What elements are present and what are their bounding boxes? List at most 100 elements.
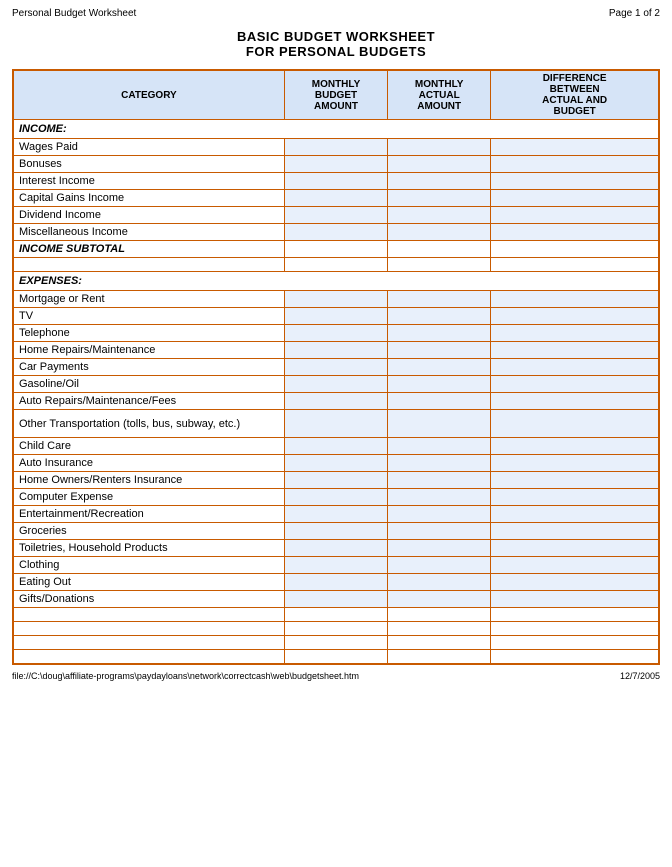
- row-diff[interactable]: [491, 523, 659, 540]
- row-budget[interactable]: [284, 342, 387, 359]
- row-diff[interactable]: [491, 472, 659, 489]
- row-diff[interactable]: [491, 156, 659, 173]
- row-label: Auto Insurance: [14, 455, 285, 472]
- row-budget[interactable]: [284, 224, 387, 241]
- empty-actual[interactable]: [388, 608, 491, 622]
- empty-actual[interactable]: [388, 650, 491, 664]
- row-actual[interactable]: [388, 156, 491, 173]
- empty-actual[interactable]: [388, 636, 491, 650]
- row-label: Wages Paid: [14, 139, 285, 156]
- row-diff[interactable]: [491, 438, 659, 455]
- row-budget[interactable]: [284, 325, 387, 342]
- row-actual[interactable]: [388, 393, 491, 410]
- row-budget[interactable]: [284, 574, 387, 591]
- empty-actual[interactable]: [388, 622, 491, 636]
- page-number: Page 1 of 2: [609, 8, 660, 19]
- row-label: Toiletries, Household Products: [14, 540, 285, 557]
- row-budget[interactable]: [284, 506, 387, 523]
- row-label: Gasoline/Oil: [14, 376, 285, 393]
- row-label: Home Repairs/Maintenance: [14, 342, 285, 359]
- row-budget[interactable]: [284, 557, 387, 574]
- subtotal-budget[interactable]: [284, 241, 387, 258]
- row-budget[interactable]: [284, 591, 387, 608]
- empty-diff[interactable]: [491, 636, 659, 650]
- row-actual[interactable]: [388, 376, 491, 393]
- row-budget[interactable]: [284, 455, 387, 472]
- empty-diff[interactable]: [491, 258, 659, 272]
- row-budget[interactable]: [284, 438, 387, 455]
- empty-diff[interactable]: [491, 622, 659, 636]
- row-diff[interactable]: [491, 173, 659, 190]
- row-actual[interactable]: [388, 557, 491, 574]
- row-actual[interactable]: [388, 540, 491, 557]
- row-diff[interactable]: [491, 455, 659, 472]
- row-diff[interactable]: [491, 410, 659, 438]
- footer-date: 12/7/2005: [620, 671, 660, 681]
- row-actual[interactable]: [388, 455, 491, 472]
- row-actual[interactable]: [388, 291, 491, 308]
- row-diff[interactable]: [491, 207, 659, 224]
- empty-actual[interactable]: [388, 258, 491, 272]
- row-diff[interactable]: [491, 506, 659, 523]
- row-budget[interactable]: [284, 489, 387, 506]
- row-diff[interactable]: [491, 359, 659, 376]
- row-diff[interactable]: [491, 139, 659, 156]
- row-diff[interactable]: [491, 342, 659, 359]
- row-actual[interactable]: [388, 139, 491, 156]
- subtotal-diff[interactable]: [491, 241, 659, 258]
- empty-budget[interactable]: [284, 650, 387, 664]
- empty-diff[interactable]: [491, 650, 659, 664]
- row-diff[interactable]: [491, 308, 659, 325]
- row-diff[interactable]: [491, 591, 659, 608]
- row-budget[interactable]: [284, 359, 387, 376]
- row-actual[interactable]: [388, 410, 491, 438]
- row-diff[interactable]: [491, 224, 659, 241]
- empty-budget[interactable]: [284, 258, 387, 272]
- row-actual[interactable]: [388, 591, 491, 608]
- row-actual[interactable]: [388, 308, 491, 325]
- row-label: Miscellaneous Income: [14, 224, 285, 241]
- row-budget[interactable]: [284, 410, 387, 438]
- row-budget[interactable]: [284, 472, 387, 489]
- row-budget[interactable]: [284, 308, 387, 325]
- row-diff[interactable]: [491, 376, 659, 393]
- row-budget[interactable]: [284, 376, 387, 393]
- row-diff[interactable]: [491, 557, 659, 574]
- row-diff[interactable]: [491, 574, 659, 591]
- row-diff[interactable]: [491, 291, 659, 308]
- row-label: Bonuses: [14, 156, 285, 173]
- row-actual[interactable]: [388, 325, 491, 342]
- row-budget[interactable]: [284, 291, 387, 308]
- empty-budget[interactable]: [284, 622, 387, 636]
- row-budget[interactable]: [284, 523, 387, 540]
- row-actual[interactable]: [388, 523, 491, 540]
- row-budget[interactable]: [284, 393, 387, 410]
- row-budget[interactable]: [284, 139, 387, 156]
- subtotal-actual[interactable]: [388, 241, 491, 258]
- row-actual[interactable]: [388, 190, 491, 207]
- row-actual[interactable]: [388, 359, 491, 376]
- row-actual[interactable]: [388, 489, 491, 506]
- row-actual[interactable]: [388, 207, 491, 224]
- row-actual[interactable]: [388, 472, 491, 489]
- row-actual[interactable]: [388, 438, 491, 455]
- empty-budget[interactable]: [284, 636, 387, 650]
- row-actual[interactable]: [388, 173, 491, 190]
- empty-budget[interactable]: [284, 608, 387, 622]
- row-actual[interactable]: [388, 342, 491, 359]
- row-diff[interactable]: [491, 393, 659, 410]
- row-budget[interactable]: [284, 173, 387, 190]
- row-actual[interactable]: [388, 574, 491, 591]
- row-budget[interactable]: [284, 190, 387, 207]
- row-budget[interactable]: [284, 156, 387, 173]
- empty-diff[interactable]: [491, 608, 659, 622]
- row-diff[interactable]: [491, 540, 659, 557]
- row-diff[interactable]: [491, 489, 659, 506]
- row-actual[interactable]: [388, 506, 491, 523]
- row-budget[interactable]: [284, 540, 387, 557]
- row-budget[interactable]: [284, 207, 387, 224]
- row-diff[interactable]: [491, 190, 659, 207]
- row-label: TV: [14, 308, 285, 325]
- row-actual[interactable]: [388, 224, 491, 241]
- row-diff[interactable]: [491, 325, 659, 342]
